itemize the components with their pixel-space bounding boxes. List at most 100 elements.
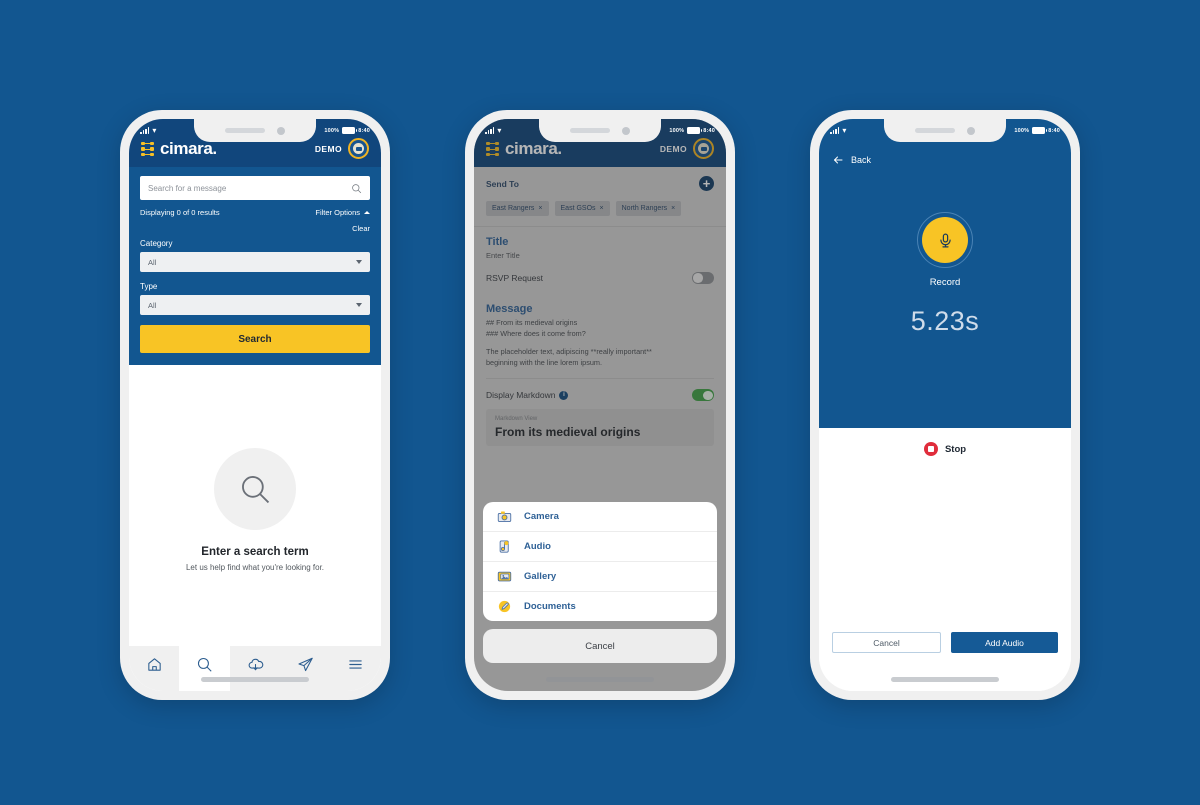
paper-plane-icon xyxy=(298,657,313,671)
action-sheet-item-documents[interactable]: Documents xyxy=(483,591,717,621)
clear-filters-button[interactable]: Clear xyxy=(140,224,370,239)
home-icon xyxy=(148,657,161,671)
status-bar-right: 100% 8:40 xyxy=(1014,127,1060,134)
tab-downloads[interactable] xyxy=(230,646,280,691)
documents-icon xyxy=(497,599,512,614)
speaker-grille xyxy=(915,128,955,133)
stop-button[interactable]: Stop xyxy=(819,428,1071,456)
screenshot-canvas: ▾ 100% 8:40 cimara. DEMO Search for a me… xyxy=(0,0,1200,805)
phone-2-screen: ▾ 100% 8:40 cimara. DEMO Send To + East … xyxy=(474,119,726,691)
battery-icon xyxy=(687,127,703,134)
tab-menu[interactable] xyxy=(331,646,381,691)
arrow-left-icon xyxy=(834,156,843,164)
filter-options-toggle[interactable]: Filter Options xyxy=(315,208,370,217)
notch xyxy=(884,119,1006,142)
search-input-placeholder: Search for a message xyxy=(148,183,227,193)
cancel-label: Cancel xyxy=(873,637,900,648)
wifi-icon: ▾ xyxy=(152,125,157,135)
action-sheet-item-gallery[interactable]: Gallery xyxy=(483,561,717,591)
front-camera xyxy=(277,126,285,135)
audio-icon-svg xyxy=(499,540,509,553)
battery-icon xyxy=(342,127,358,134)
search-icon xyxy=(242,476,270,504)
wifi-icon: ▾ xyxy=(497,125,502,135)
notch xyxy=(539,119,661,142)
battery-icon xyxy=(1032,127,1048,134)
battery-percent-label: 100% xyxy=(324,127,340,134)
status-bar-left: ▾ xyxy=(485,125,502,135)
action-sheet-cancel-button[interactable]: Cancel xyxy=(483,629,717,663)
chevron-up-icon xyxy=(364,211,370,214)
recorder-action-buttons: Cancel Add Audio xyxy=(832,632,1058,653)
results-count-label: Displaying 0 of 0 results xyxy=(140,208,220,217)
brand-name: cimara. xyxy=(160,139,217,158)
type-select[interactable]: All xyxy=(140,295,370,315)
front-camera xyxy=(967,126,975,135)
action-sheet-item-camera[interactable]: Camera xyxy=(483,502,717,531)
home-indicator xyxy=(201,677,309,682)
search-filter-panel: Search for a message Displaying 0 of 0 r… xyxy=(129,167,381,365)
recorder-controls: Stop Cancel Add Audio xyxy=(819,428,1071,691)
clock-label: 8:40 xyxy=(1048,127,1060,134)
add-audio-label: Add Audio xyxy=(985,637,1024,648)
phone-3-recorder: ▾ 100% 8:40 Back Record 5.23s Stop Cance… xyxy=(810,110,1080,700)
signal-bars-icon xyxy=(485,127,495,134)
back-label: Back xyxy=(851,155,872,165)
signal-bars-icon xyxy=(830,127,840,134)
demo-badge: DEMO xyxy=(314,143,342,154)
action-sheet-item-label: Camera xyxy=(524,511,559,522)
cloud-download-icon xyxy=(248,658,263,670)
camera-icon-svg xyxy=(497,511,512,522)
empty-state: Enter a search term Let us help find wha… xyxy=(129,365,381,691)
gallery-icon-svg xyxy=(497,571,512,582)
tab-send[interactable] xyxy=(280,646,330,691)
search-icon xyxy=(198,657,212,672)
empty-state-subtitle: Let us help find what you're looking for… xyxy=(185,563,325,572)
chevron-down-icon xyxy=(356,303,362,307)
chevron-down-icon xyxy=(356,260,362,264)
phone-1-search: ▾ 100% 8:40 cimara. DEMO Search for a me… xyxy=(120,110,390,700)
recorder-body: Record 5.23s xyxy=(819,170,1071,428)
category-value: All xyxy=(148,257,157,267)
status-bar-right: 100% 8:40 xyxy=(669,127,715,134)
action-sheet-item-label: Audio xyxy=(524,541,551,552)
notch xyxy=(194,119,316,142)
phone-2-compose: ▾ 100% 8:40 cimara. DEMO Send To + East … xyxy=(465,110,735,700)
filter-options-label: Filter Options xyxy=(315,208,360,217)
cancel-button[interactable]: Cancel xyxy=(832,632,941,653)
clock-label: 8:40 xyxy=(703,127,715,134)
tab-search[interactable] xyxy=(179,646,230,691)
audio-icon xyxy=(497,539,512,554)
back-button[interactable]: Back xyxy=(819,142,1071,170)
recording-timer: 5.23s xyxy=(910,306,980,336)
action-sheet-item-audio[interactable]: Audio xyxy=(483,531,717,561)
wifi-icon: ▾ xyxy=(842,125,847,135)
bottom-tab-bar xyxy=(129,646,381,691)
battery-percent-label: 100% xyxy=(1014,127,1030,134)
attachment-action-sheet: Camera Audio Gallery Documents Cancel xyxy=(483,502,717,663)
microphone-button-fill xyxy=(922,217,968,263)
search-input[interactable]: Search for a message xyxy=(140,176,370,200)
action-sheet-item-label: Documents xyxy=(524,601,576,612)
empty-state-icon-wrap xyxy=(214,448,296,530)
signal-bars-icon xyxy=(140,127,150,134)
empty-state-title: Enter a search term xyxy=(201,546,309,558)
audio-recorder: Back Record 5.23s Stop Cancel Add Audio xyxy=(819,119,1071,691)
search-button[interactable]: Search xyxy=(140,325,370,353)
status-bar-left: ▾ xyxy=(830,125,847,135)
clock-label: 8:40 xyxy=(358,127,370,134)
front-camera xyxy=(622,126,630,135)
type-value: All xyxy=(148,300,157,310)
action-sheet-cancel-label: Cancel xyxy=(585,640,615,652)
record-button[interactable] xyxy=(917,212,973,268)
cimara-mark-icon xyxy=(141,141,154,157)
clear-label: Clear xyxy=(352,224,370,233)
phone-1-screen: ▾ 100% 8:40 cimara. DEMO Search for a me… xyxy=(129,119,381,691)
add-audio-button[interactable]: Add Audio xyxy=(951,632,1058,653)
record-label: Record xyxy=(929,277,961,288)
documents-icon-svg xyxy=(498,600,511,613)
gallery-icon xyxy=(497,569,512,584)
search-icon xyxy=(352,183,362,193)
category-select[interactable]: All xyxy=(140,252,370,272)
tab-home[interactable] xyxy=(129,646,179,691)
